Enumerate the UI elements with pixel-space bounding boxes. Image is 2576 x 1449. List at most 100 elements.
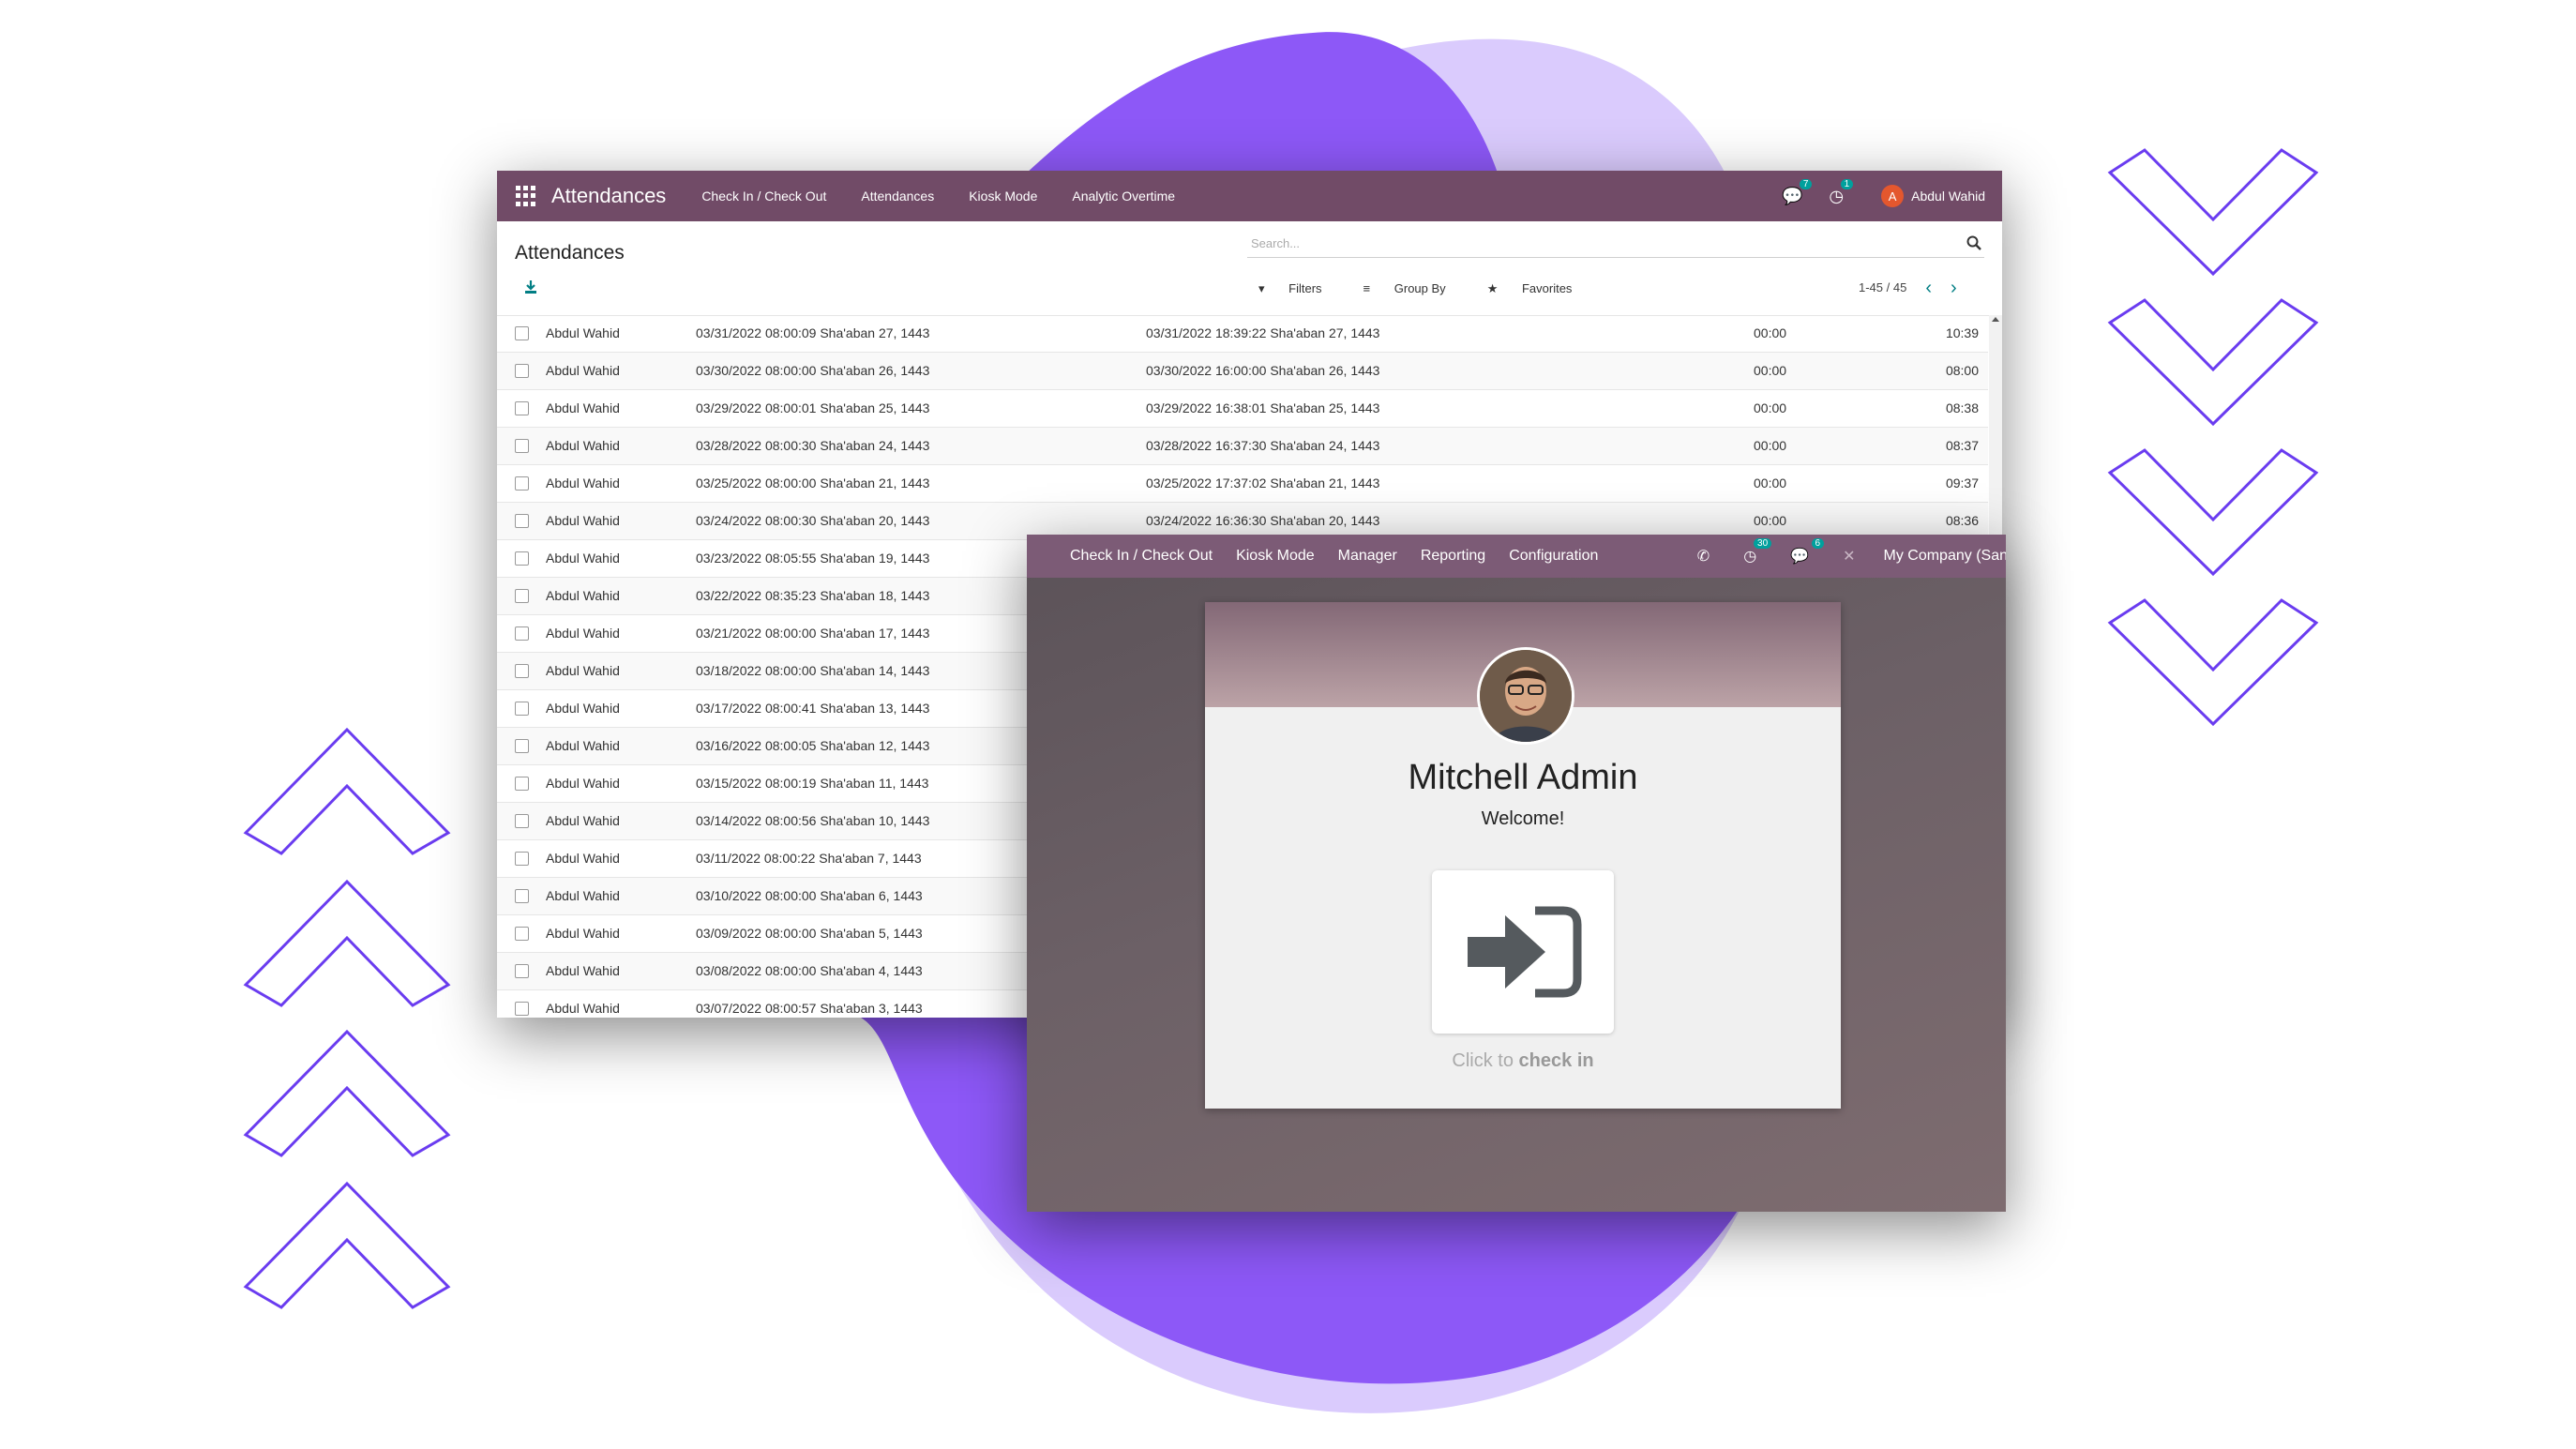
scroll-up-icon[interactable]	[1992, 317, 1999, 322]
check-out-cell: 03/30/2022 16:00:00 Sha'aban 26, 1443	[1146, 363, 1380, 378]
pager: 1-45 / 45 ‹ ›	[1859, 279, 1957, 297]
kiosk-menu-manager[interactable]: Manager	[1338, 548, 1397, 565]
row-checkbox[interactable]	[515, 401, 529, 415]
kiosk-menu-check-in-out[interactable]: Check In / Check Out	[1070, 548, 1213, 565]
employee-cell: Abdul Wahid	[546, 438, 620, 453]
row-checkbox[interactable]	[515, 739, 529, 753]
close-icon[interactable]: ✕	[1843, 547, 1855, 566]
table-row[interactable]: Abdul Wahid 03/29/2022 08:00:01 Sha'aban …	[497, 390, 1988, 428]
messages-icon[interactable]: 💬 7	[1782, 178, 1813, 206]
check-in-cell: 03/07/2022 08:00:57 Sha'aban 3, 1443	[696, 1001, 923, 1016]
check-in-cell: 03/11/2022 08:00:22 Sha'aban 7, 1443	[696, 851, 922, 866]
worked-hours-cell: 08:38	[1945, 400, 1979, 415]
row-checkbox[interactable]	[515, 889, 529, 903]
row-checkbox[interactable]	[515, 326, 529, 340]
overtime-cell: 00:00	[1754, 363, 1787, 378]
row-checkbox[interactable]	[515, 777, 529, 791]
worked-hours-cell: 10:39	[1945, 325, 1979, 340]
apps-grid-icon[interactable]	[516, 186, 536, 206]
control-panel: Attendances Search... ▾ Filters ≡ Group …	[497, 221, 2002, 316]
row-checkbox[interactable]	[515, 439, 529, 453]
employee-cell: Abdul Wahid	[546, 363, 620, 378]
worked-hours-cell: 08:36	[1945, 513, 1979, 528]
check-in-cell: 03/30/2022 08:00:00 Sha'aban 26, 1443	[696, 363, 930, 378]
up-chevrons	[243, 727, 451, 1309]
row-checkbox[interactable]	[515, 702, 529, 716]
row-checkbox[interactable]	[515, 364, 529, 378]
user-avatar[interactable]: A	[1881, 185, 1905, 207]
menu-item-attendances[interactable]: Attendances	[861, 189, 934, 204]
employee-cell: Abdul Wahid	[546, 813, 620, 828]
sign-in-icon	[1468, 906, 1582, 998]
employee-cell: Abdul Wahid	[546, 926, 620, 941]
row-checkbox[interactable]	[515, 964, 529, 978]
table-row[interactable]: Abdul Wahid 03/28/2022 08:00:30 Sha'aban …	[497, 428, 1988, 465]
row-checkbox[interactable]	[515, 664, 529, 678]
pager-next-icon[interactable]: ›	[1951, 279, 1957, 297]
worked-hours-cell: 09:37	[1945, 475, 1979, 491]
user-name[interactable]: Abdul Wahid	[1911, 189, 1985, 204]
row-checkbox[interactable]	[515, 1002, 529, 1016]
row-checkbox[interactable]	[515, 476, 529, 491]
employee-photo	[1480, 650, 1572, 742]
overtime-cell: 00:00	[1754, 475, 1787, 491]
phone-icon[interactable]: ✆	[1697, 547, 1710, 566]
employee-cell: Abdul Wahid	[546, 325, 620, 340]
check-in-cell: 03/17/2022 08:00:41 Sha'aban 13, 1443	[696, 701, 930, 716]
filters-button[interactable]: ▾ Filters	[1258, 281, 1343, 296]
employee-cell: Abdul Wahid	[546, 475, 620, 491]
check-in-button[interactable]	[1432, 870, 1614, 1034]
menu-item-kiosk-mode[interactable]: Kiosk Mode	[969, 189, 1037, 204]
messages-count: 7	[1799, 178, 1813, 189]
pager-previous-icon[interactable]: ‹	[1925, 279, 1932, 297]
overtime-cell: 00:00	[1754, 325, 1787, 340]
row-checkbox[interactable]	[515, 852, 529, 866]
row-checkbox[interactable]	[515, 551, 529, 566]
check-out-cell: 03/25/2022 17:37:02 Sha'aban 21, 1443	[1146, 475, 1380, 491]
activities-count: 1	[1840, 178, 1854, 189]
menu-item-analytic-overtime[interactable]: Analytic Overtime	[1072, 189, 1175, 204]
check-out-cell: 03/31/2022 18:39:22 Sha'aban 27, 1443	[1146, 325, 1380, 340]
kiosk-menu-kiosk-mode[interactable]: Kiosk Mode	[1236, 548, 1315, 565]
activities-icon[interactable]: ◷ 30	[1743, 538, 1772, 566]
worked-hours-cell: 08:37	[1945, 438, 1979, 453]
employee-cell: Abdul Wahid	[546, 851, 620, 866]
row-checkbox[interactable]	[515, 514, 529, 528]
welcome-message: Welcome!	[1481, 808, 1565, 829]
star-icon: ★	[1486, 281, 1499, 295]
pager-value[interactable]: 1-45 / 45	[1859, 280, 1906, 294]
check-in-cell: 03/24/2022 08:00:30 Sha'aban 20, 1443	[696, 513, 930, 528]
row-checkbox[interactable]	[515, 626, 529, 641]
employee-cell: Abdul Wahid	[546, 738, 620, 753]
table-row[interactable]: Abdul Wahid 03/25/2022 08:00:00 Sha'aban …	[497, 465, 1988, 503]
search-input[interactable]: Search...	[1247, 231, 1984, 258]
search-options: ▾ Filters ≡ Group By ★ Favorites	[1258, 281, 1613, 296]
table-row[interactable]: Abdul Wahid 03/30/2022 08:00:00 Sha'aban …	[497, 353, 1988, 390]
favorites-button[interactable]: ★ Favorites	[1487, 281, 1593, 296]
table-row[interactable]: Abdul Wahid 03/31/2022 08:00:09 Sha'aban …	[497, 315, 1988, 353]
employee-cell: Abdul Wahid	[546, 701, 620, 716]
search-icon[interactable]	[1966, 234, 1982, 251]
kiosk-menu-configuration[interactable]: Configuration	[1509, 548, 1598, 565]
app-title[interactable]: Attendances	[551, 184, 666, 208]
page-title: Attendances	[515, 242, 625, 264]
overtime-cell: 00:00	[1754, 400, 1787, 415]
row-checkbox[interactable]	[515, 814, 529, 828]
check-in-cell: 03/09/2022 08:00:00 Sha'aban 5, 1443	[696, 926, 923, 941]
group-by-button[interactable]: ≡ Group By	[1363, 281, 1467, 296]
kiosk-menu-reporting[interactable]: Reporting	[1421, 548, 1485, 565]
activities-icon[interactable]: ◷ 1	[1829, 178, 1854, 206]
download-icon[interactable]	[523, 279, 538, 294]
kiosk-messages-count: 6	[1811, 538, 1825, 549]
row-checkbox[interactable]	[515, 589, 529, 603]
messages-icon[interactable]: 💬 6	[1790, 538, 1825, 566]
check-in-hint-action: check in	[1518, 1050, 1594, 1071]
check-in-cell: 03/23/2022 08:05:55 Sha'aban 19, 1443	[696, 551, 930, 566]
row-checkbox[interactable]	[515, 927, 529, 941]
menu-item-check-in-out[interactable]: Check In / Check Out	[701, 189, 826, 204]
check-in-cell: 03/21/2022 08:00:00 Sha'aban 17, 1443	[696, 626, 930, 641]
company-switcher[interactable]: My Company (San	[1884, 548, 2007, 565]
employee-cell: Abdul Wahid	[546, 663, 620, 678]
check-out-cell: 03/29/2022 16:38:01 Sha'aban 25, 1443	[1146, 400, 1380, 415]
employee-cell: Abdul Wahid	[546, 888, 620, 903]
